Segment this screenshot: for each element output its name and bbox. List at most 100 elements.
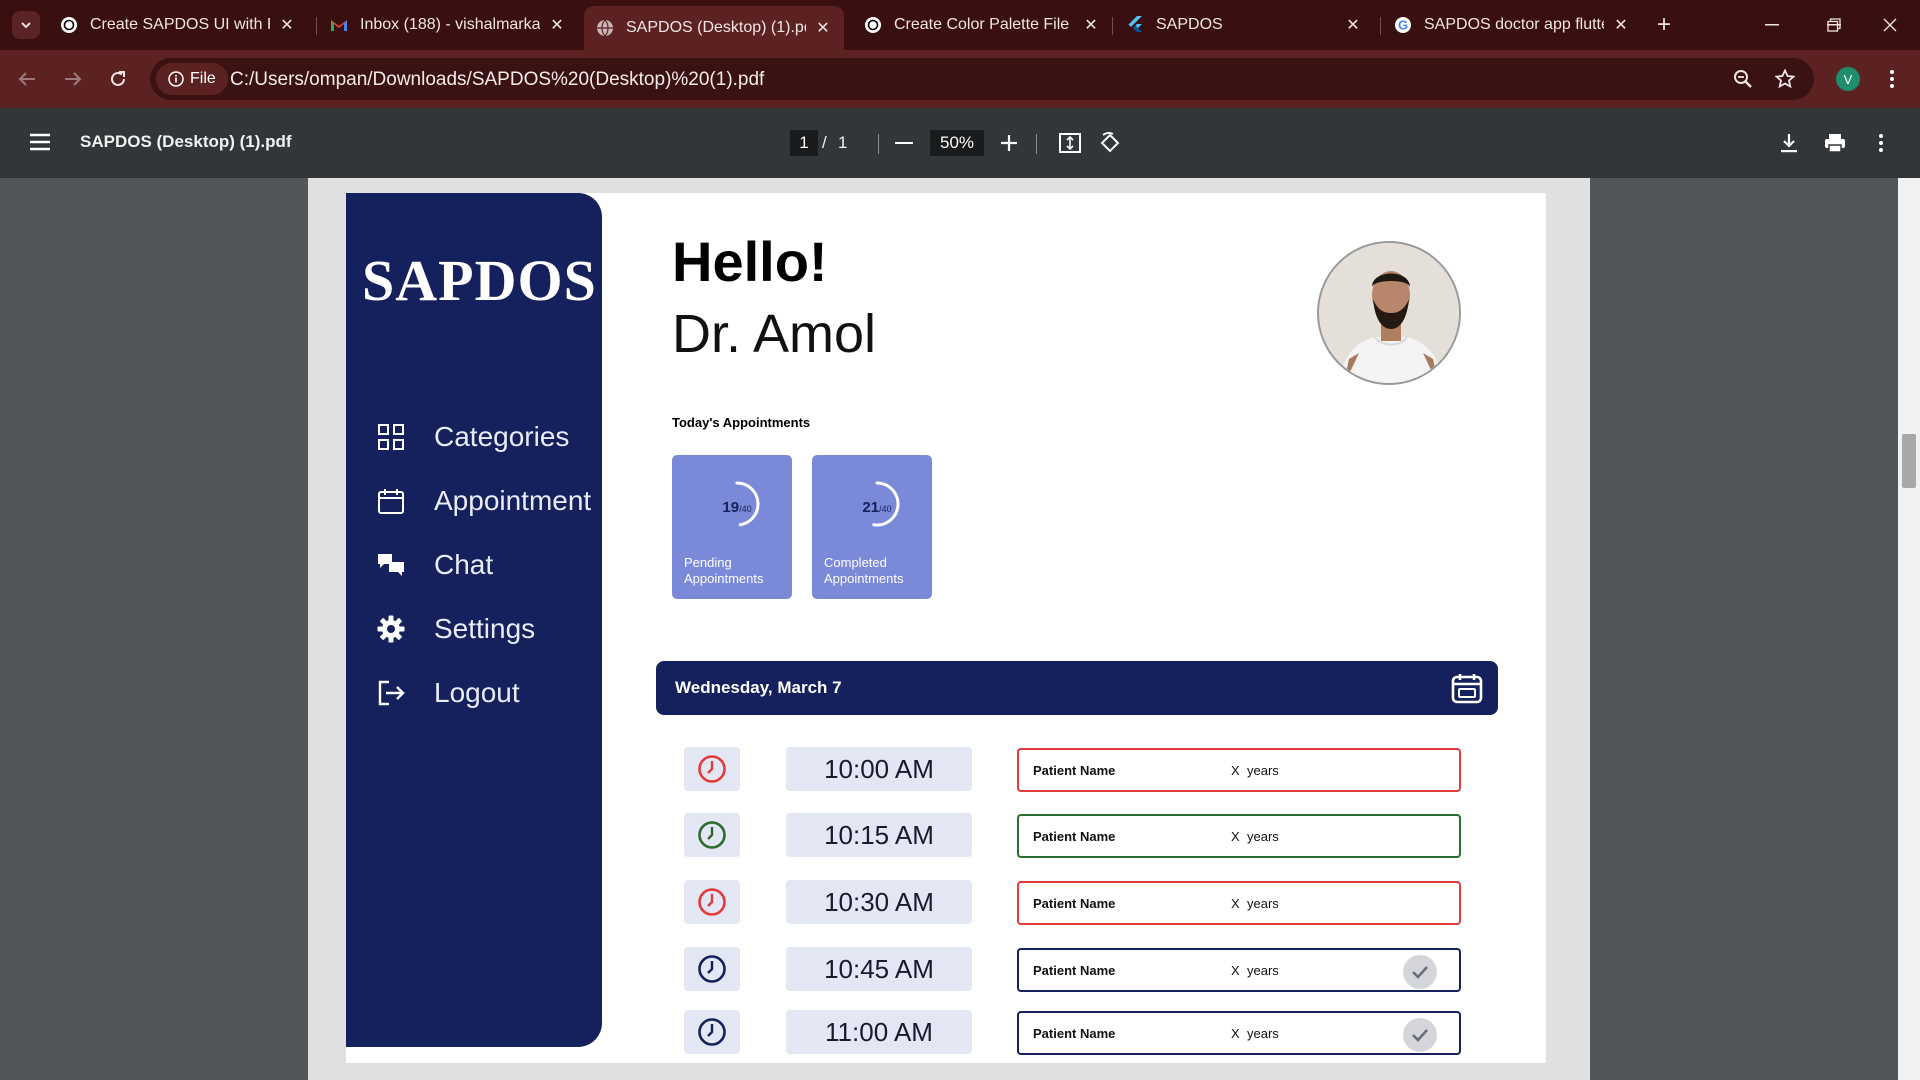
minimize-button[interactable]	[1752, 8, 1792, 42]
tab-google-search[interactable]: G SAPDOS doctor app flutter ✕	[1382, 8, 1642, 42]
stat-label: Completed Appointments	[824, 555, 904, 586]
close-icon[interactable]: ✕	[1612, 16, 1630, 34]
new-tab-button[interactable]: +	[1650, 11, 1678, 39]
back-button[interactable]	[12, 64, 42, 94]
doctor-avatar[interactable]	[1317, 241, 1461, 385]
arrow-left-icon	[18, 72, 35, 86]
appointment-row[interactable]: 10:30 AM Patient Name X years	[346, 880, 1546, 926]
patient-card[interactable]: Patient Name X years	[1017, 881, 1461, 925]
patient-card[interactable]: Patient Name X years	[1017, 1011, 1461, 1055]
clock-icon	[684, 1010, 740, 1054]
clock-icon	[684, 880, 740, 924]
stat-count: 21/40	[862, 499, 892, 516]
tab-sapdos[interactable]: SAPDOS ✕	[1114, 8, 1374, 42]
close-icon[interactable]: ✕	[1082, 16, 1100, 34]
zoom-indicator-button[interactable]	[1730, 66, 1756, 92]
nav-item-settings[interactable]: Settings	[376, 607, 596, 651]
appointment-row[interactable]: 10:45 AM Patient Name X years	[346, 947, 1546, 993]
appointment-row[interactable]: 11:00 AM Patient Name X years	[346, 1010, 1546, 1056]
date-picker-button[interactable]	[1450, 671, 1484, 705]
zoom-out-icon	[1734, 70, 1752, 88]
patient-card[interactable]: Patient Name X years	[1017, 748, 1461, 792]
appointment-row[interactable]: 10:15 AM Patient Name X years	[346, 813, 1546, 859]
grid-icon	[376, 422, 406, 452]
plus-icon: +	[1656, 11, 1671, 38]
zoom-in-button[interactable]	[996, 130, 1022, 156]
tab-sapdos-pdf[interactable]: SAPDOS (Desktop) (1).pdf ✕	[584, 6, 844, 50]
pdf-more-button[interactable]	[1868, 130, 1894, 156]
tab-title: SAPDOS doctor app flutter	[1424, 16, 1604, 33]
appointment-time: 10:30 AM	[786, 880, 972, 924]
pdf-page-frame: SAPDOS Categories Appointment Chat Setti…	[308, 178, 1590, 1080]
chevron-down-icon	[21, 22, 31, 29]
site-info-chip[interactable]: File	[156, 63, 228, 95]
greeting-heading: Hello!	[672, 230, 828, 293]
check-icon[interactable]	[1403, 955, 1437, 989]
tab-divider	[1112, 17, 1113, 35]
minus-icon	[895, 142, 913, 144]
nav-item-appointment[interactable]: Appointment	[376, 479, 596, 523]
chatgpt-icon	[864, 16, 882, 34]
url-text[interactable]: C:/Users/ompan/Downloads/SAPDOS%20(Deskt…	[230, 69, 764, 91]
browser-toolbar: File C:/Users/ompan/Downloads/SAPDOS%20(…	[0, 50, 1920, 108]
menu-icon	[30, 133, 50, 151]
check-icon[interactable]	[1403, 1018, 1437, 1052]
patient-name: Patient Name	[1033, 1026, 1116, 1041]
star-icon	[1775, 69, 1795, 89]
patient-card[interactable]: Patient Name X years	[1017, 814, 1461, 858]
vertical-scrollbar[interactable]	[1898, 178, 1920, 1080]
appointment-time: 10:45 AM	[786, 947, 972, 991]
appointment-row[interactable]: 10:00 AM Patient Name X years	[346, 747, 1546, 793]
tab-create-sapdos-ui[interactable]: Create SAPDOS UI with Flu ✕	[48, 8, 308, 42]
download-button[interactable]	[1776, 130, 1802, 156]
close-icon[interactable]: ✕	[1344, 16, 1362, 34]
rotate-button[interactable]	[1097, 130, 1123, 156]
fit-page-button[interactable]	[1057, 130, 1083, 156]
address-bar[interactable]: File C:/Users/ompan/Downloads/SAPDOS%20(…	[150, 58, 1814, 100]
pending-stat-card[interactable]: 19/40 Pending Appointments	[672, 455, 792, 599]
patient-name: Patient Name	[1033, 763, 1116, 778]
patient-age-unit: years	[1247, 1026, 1279, 1041]
pdf-toolbar: SAPDOS (Desktop) (1).pdf 1 / 1 50%	[0, 108, 1920, 178]
tab-color-palette[interactable]: Create Color Palette File ✕	[852, 8, 1112, 42]
page-number-input[interactable]: 1	[790, 130, 818, 156]
clock-icon	[684, 747, 740, 791]
pdf-sidebar-toggle[interactable]	[28, 130, 52, 154]
nav-item-categories[interactable]: Categories	[376, 415, 596, 459]
patient-age: X	[1231, 963, 1240, 978]
pdf-title: SAPDOS (Desktop) (1).pdf	[80, 132, 292, 151]
zoom-level-input[interactable]: 50%	[930, 130, 984, 156]
close-icon[interactable]: ✕	[814, 19, 832, 37]
tab-search-button[interactable]	[12, 11, 40, 39]
profile-avatar[interactable]: V	[1836, 67, 1860, 91]
close-window-button[interactable]	[1870, 8, 1910, 42]
scrollbar-thumb[interactable]	[1902, 434, 1916, 488]
browser-menu-button[interactable]	[1880, 64, 1904, 94]
completed-stat-card[interactable]: 21/40 Completed Appointments	[812, 455, 932, 599]
close-icon[interactable]: ✕	[548, 16, 566, 34]
printer-icon	[1825, 134, 1845, 153]
bookmark-button[interactable]	[1772, 66, 1798, 92]
patient-age: X	[1231, 1026, 1240, 1041]
forward-button[interactable]	[58, 64, 88, 94]
restore-button[interactable]	[1814, 8, 1854, 42]
plus-icon	[1001, 135, 1017, 151]
nav-label: Logout	[434, 677, 520, 708]
patient-age: X	[1231, 829, 1240, 844]
tab-inbox[interactable]: Inbox (188) - vishalmarkad ✕	[318, 8, 578, 42]
patient-name: Patient Name	[1033, 896, 1116, 911]
brand-logo: SAPDOS	[362, 248, 597, 313]
patient-name: Patient Name	[1033, 829, 1116, 844]
pdf-viewport[interactable]: SAPDOS Categories Appointment Chat Setti…	[0, 178, 1920, 1080]
zoom-out-button[interactable]	[891, 130, 917, 156]
page-total: 1	[838, 133, 848, 152]
tab-strip: Create SAPDOS UI with Flu ✕ Inbox (188) …	[0, 0, 1920, 50]
print-button[interactable]	[1822, 130, 1848, 156]
reload-button[interactable]	[103, 64, 133, 94]
nav-item-logout[interactable]: Logout	[376, 671, 596, 715]
nav-item-chat[interactable]: Chat	[376, 543, 596, 587]
patient-card[interactable]: Patient Name X years	[1017, 948, 1461, 992]
close-icon[interactable]: ✕	[278, 16, 296, 34]
flutter-icon	[1126, 16, 1144, 34]
stat-count: 19/40	[722, 499, 752, 516]
